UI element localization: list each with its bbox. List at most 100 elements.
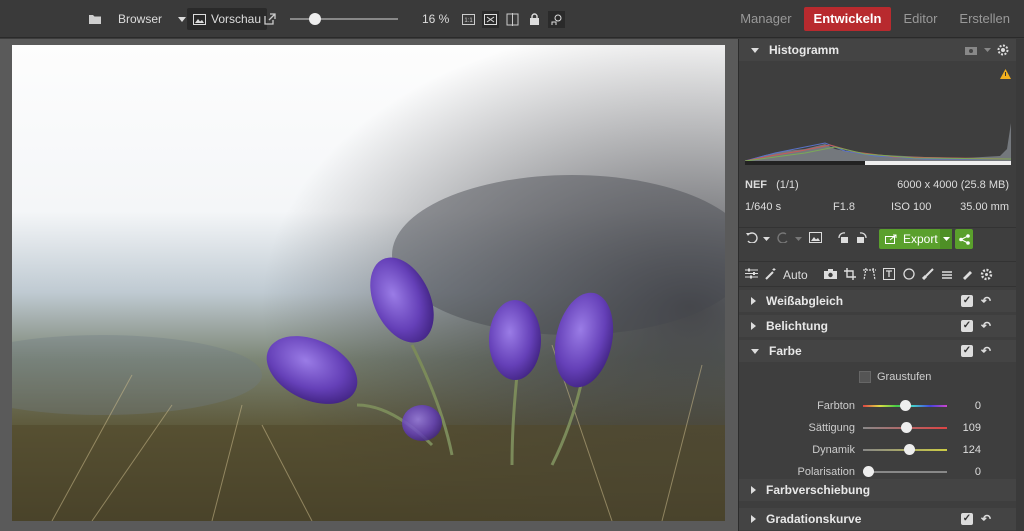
enable-checkbox[interactable]: ✓ — [961, 513, 973, 525]
slider-knob[interactable] — [900, 422, 912, 433]
compare-icon[interactable] — [504, 11, 521, 28]
zoom-slider-knob[interactable] — [309, 13, 322, 25]
tab-create[interactable]: Erstellen — [949, 7, 1020, 31]
section-title: Farbe — [769, 344, 802, 358]
crop-icon[interactable] — [844, 268, 856, 280]
slider-knob[interactable] — [899, 400, 911, 411]
file-count: (1/1) — [776, 179, 799, 191]
top-toolbar: Browser Vorschau 16 % 1:1 Manager Entwic… — [0, 0, 1024, 38]
dropdown-icon — [795, 237, 802, 241]
reset-icon[interactable]: ↶ — [981, 319, 991, 333]
slider-track[interactable] — [863, 422, 947, 433]
preview-button[interactable]: Vorschau — [187, 0, 268, 38]
tab-develop[interactable]: Entwickeln — [803, 7, 892, 31]
section-tone-curve[interactable]: Gradationskurve ✓ ↶ — [739, 508, 1017, 530]
slider-hue[interactable]: Farbton 0 — [739, 399, 1024, 413]
slider-saturation[interactable]: Sättigung 109 — [739, 421, 1024, 435]
enable-checkbox[interactable]: ✓ — [961, 320, 973, 332]
export-dropdown[interactable] — [940, 229, 952, 249]
slider-label: Polarisation — [797, 466, 855, 478]
rotate-right-icon[interactable] — [855, 232, 868, 244]
enable-checkbox[interactable]: ✓ — [961, 295, 973, 307]
panel-scrollbar[interactable] — [1016, 39, 1024, 531]
zoom-value: 16 % — [422, 12, 450, 26]
camera-icon[interactable] — [824, 269, 837, 279]
section-white-balance[interactable]: Weißabgleich ✓ ↶ — [739, 290, 1017, 312]
color-section-body: Graustufen Farbton 0 Sättigung 109 Dynam… — [739, 365, 1017, 478]
external-link-icon[interactable] — [264, 13, 276, 25]
slider-track[interactable] — [863, 400, 947, 411]
zoom-slider[interactable] — [290, 0, 398, 38]
wand-icon[interactable] — [765, 268, 777, 280]
histogram-header[interactable]: Histogramm — [739, 39, 1017, 61]
gear-icon[interactable] — [980, 268, 993, 281]
brush-icon[interactable] — [922, 268, 934, 280]
fit-icon[interactable] — [482, 10, 499, 28]
text-frame-icon[interactable] — [883, 268, 895, 280]
photo-preview[interactable] — [12, 45, 725, 521]
slider-value: 0 — [974, 400, 981, 412]
share-button[interactable] — [955, 229, 973, 249]
section-title: Belichtung — [766, 319, 828, 333]
slider-knob[interactable] — [903, 444, 915, 455]
expand-icon — [751, 297, 756, 305]
image-icon — [193, 13, 206, 25]
slider-track[interactable] — [863, 466, 947, 477]
reset-icon[interactable]: ↶ — [981, 294, 991, 308]
expand-icon — [751, 322, 756, 330]
slider-polarization[interactable]: Polarisation 0 — [739, 465, 1024, 479]
circle-icon[interactable] — [903, 268, 915, 280]
camera-icon[interactable] — [965, 46, 977, 55]
enable-checkbox[interactable]: ✓ — [961, 345, 973, 357]
slider-value: 0 — [974, 466, 981, 478]
sliders-icon[interactable] — [745, 268, 758, 279]
folder-icon[interactable] — [88, 13, 103, 25]
reset-icon[interactable]: ↶ — [981, 344, 991, 358]
histogram-title: Histogramm — [769, 43, 840, 57]
export-button[interactable]: Export — [879, 229, 944, 249]
slider-vibrance[interactable]: Dynamik 124 — [739, 443, 1024, 457]
tab-editor[interactable]: Editor — [893, 7, 947, 31]
dropdown-icon[interactable] — [763, 237, 770, 241]
grayscale-checkbox-row[interactable]: Graustufen — [859, 371, 931, 383]
focal-length: 35.00 mm — [960, 201, 1009, 213]
section-color-shift[interactable]: Farbverschiebung — [739, 479, 1017, 501]
gear-icon[interactable] — [997, 44, 1009, 56]
export-label: Export — [903, 232, 938, 246]
rotate-left-icon[interactable] — [837, 232, 850, 244]
shutter-speed: 1/640 s — [745, 201, 782, 213]
slider-track[interactable] — [863, 444, 947, 455]
aperture: F1.8 — [833, 201, 856, 213]
browser-group[interactable]: Browser — [88, 0, 187, 38]
auto-label[interactable]: Auto — [783, 268, 808, 282]
person-search-icon[interactable] — [548, 10, 565, 28]
tab-manager[interactable]: Manager — [730, 7, 801, 31]
grayscale-checkbox[interactable] — [859, 371, 871, 383]
zoom-1to1-icon[interactable]: 1:1 — [460, 11, 477, 28]
file-dimensions: 6000 x 4000 (25.8 MB) — [897, 179, 1009, 191]
develop-panel: Histogramm NEF (1/1) 6000 x 4000 (25.8 M… — [738, 39, 1024, 531]
expand-icon — [751, 515, 756, 523]
dropdown-icon[interactable] — [984, 48, 991, 52]
slider-knob[interactable] — [863, 466, 874, 477]
image-icon[interactable] — [809, 232, 822, 243]
lock-icon[interactable] — [526, 11, 543, 28]
section-color[interactable]: Farbe ✓ ↶ — [739, 340, 1017, 362]
perspective-icon[interactable] — [863, 268, 876, 280]
eraser-icon[interactable] — [961, 268, 973, 280]
gradient-filter-icon[interactable] — [941, 268, 953, 280]
dropdown-icon[interactable] — [178, 16, 187, 22]
slider-label: Dynamik — [812, 444, 855, 456]
collapse-icon — [751, 47, 759, 53]
collapse-icon — [751, 348, 759, 354]
tool-bar: Auto — [739, 261, 1017, 287]
browser-label[interactable]: Browser — [118, 12, 162, 26]
export-icon — [885, 234, 897, 244]
reset-icon[interactable]: ↶ — [981, 512, 991, 526]
slider-label: Sättigung — [808, 422, 855, 434]
action-bar: Export — [739, 227, 1017, 249]
mode-tabs: Manager Entwickeln Editor Erstellen — [728, 0, 1024, 38]
svg-text:1:1: 1:1 — [464, 18, 473, 24]
undo-icon[interactable] — [745, 232, 758, 243]
section-exposure[interactable]: Belichtung ✓ ↶ — [739, 315, 1017, 337]
